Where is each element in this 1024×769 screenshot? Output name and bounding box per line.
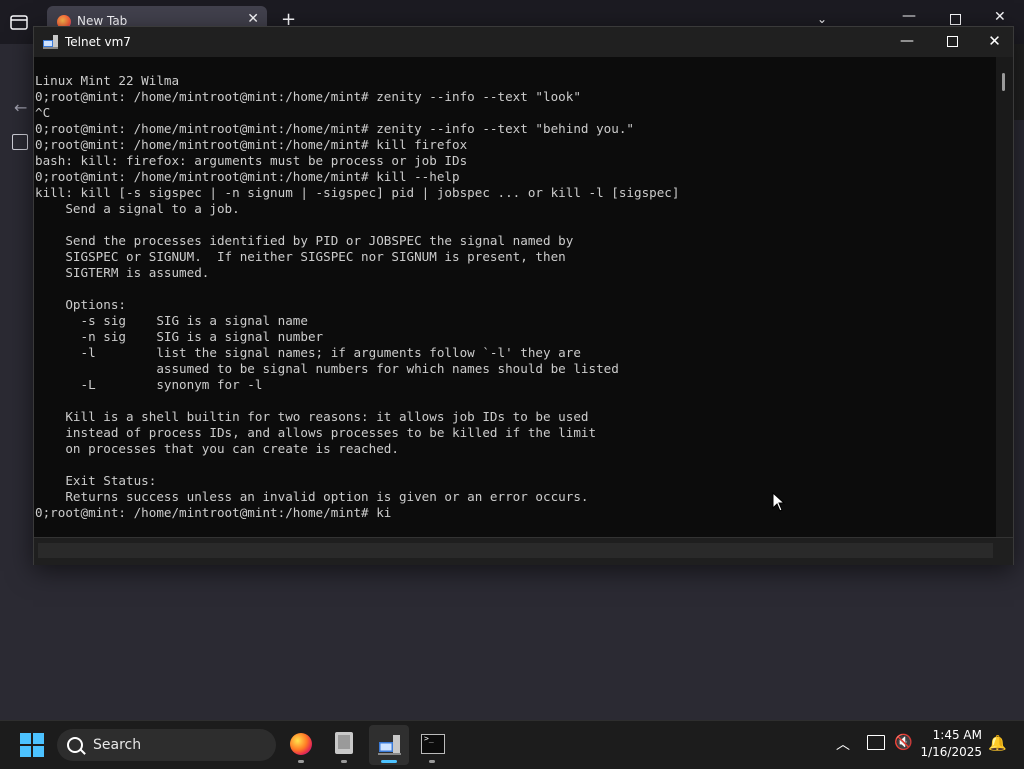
console-line: 0;root@mint: /home/mintroot@mint:/home/m… xyxy=(35,169,460,184)
console-line: Exit Status: xyxy=(35,473,157,488)
network-icon[interactable] xyxy=(867,735,885,750)
taskbar-firefox[interactable] xyxy=(281,725,321,765)
console-line: Send a signal to a job. xyxy=(35,201,240,216)
notification-bell-icon[interactable]: 🔔 xyxy=(988,734,1007,752)
console-line: bash: kill: firefox: arguments must be p… xyxy=(35,153,468,168)
console-line: SIGTERM is assumed. xyxy=(35,265,210,280)
console-line: -L synonym for -l xyxy=(35,377,263,392)
console-line: -l list the signal names; if arguments f… xyxy=(35,345,581,360)
windows-logo-tile xyxy=(33,746,44,757)
telnet-titlebar[interactable]: Telnet vm7 — ✕ xyxy=(34,27,1013,57)
file-manager-icon xyxy=(335,732,353,754)
horizontal-scrollbar[interactable] xyxy=(38,543,993,558)
status-bar xyxy=(34,537,1013,565)
window-title: Telnet vm7 xyxy=(65,35,131,49)
console-line: 0;root@mint: /home/mintroot@mint:/home/m… xyxy=(35,137,468,152)
terminal-icon xyxy=(421,734,445,754)
console-line: Send the processes identified by PID or … xyxy=(35,233,574,248)
browser-close-button[interactable]: ✕ xyxy=(994,9,1006,25)
taskbar-search-box[interactable]: Search xyxy=(57,729,276,761)
browser-minimize-button[interactable]: — xyxy=(902,8,916,24)
mouse-cursor-icon xyxy=(772,492,786,512)
telnet-icon xyxy=(378,735,401,755)
console-line: kill: kill [-s sigspec | -n signum | -si… xyxy=(35,185,680,200)
minimize-button[interactable]: — xyxy=(884,27,930,57)
console-line: Options: xyxy=(35,297,126,312)
scrollbar-thumb[interactable] xyxy=(1002,73,1005,91)
running-indicator xyxy=(298,760,304,763)
volume-muted-icon[interactable]: 🔇 xyxy=(894,733,913,751)
console-area[interactable]: Linux Mint 22 Wilma 0;root@mint: /home/m… xyxy=(34,57,996,537)
console-line: 0;root@mint: /home/mintroot@mint:/home/m… xyxy=(35,89,581,104)
clock-date[interactable]: 1/16/2025 xyxy=(916,745,982,759)
browser-toolbar: ← xyxy=(0,44,34,720)
taskbar-telnet[interactable] xyxy=(369,725,409,765)
console-line: assumed to be signal numbers for which n… xyxy=(35,361,619,376)
telnet-app-icon xyxy=(43,35,58,49)
maximize-button[interactable] xyxy=(930,27,976,57)
taskbar-file-manager[interactable] xyxy=(324,725,364,765)
sidebar-toggle-icon[interactable] xyxy=(8,12,30,32)
clock-time[interactable]: 1:45 AM xyxy=(920,728,982,742)
list-all-tabs-button[interactable]: ⌄ xyxy=(817,12,827,26)
start-button[interactable] xyxy=(20,733,44,757)
taskbar: Search ︿ 🔇 1:45 AM 1/16/2025 🔔 xyxy=(0,720,1024,769)
console-line: on processes that you can create is reac… xyxy=(35,441,399,456)
active-indicator xyxy=(381,760,397,763)
console-line: 0;root@mint: /home/mintroot@mint:/home/m… xyxy=(35,505,392,520)
tab-close-button[interactable]: ✕ xyxy=(247,11,259,27)
maximize-icon xyxy=(947,36,958,47)
running-indicator xyxy=(429,760,435,763)
console-line: Returns success unless an invalid option… xyxy=(35,489,589,504)
windows-logo-tile xyxy=(33,733,44,744)
console-line: Kill is a shell builtin for two reasons:… xyxy=(35,409,589,424)
close-button[interactable]: ✕ xyxy=(976,27,1013,57)
telnet-window: Telnet vm7 — ✕ Linux Mint 22 Wilma 0;roo… xyxy=(33,26,1014,565)
taskbar-terminal[interactable] xyxy=(412,725,452,765)
browser-restore-button[interactable] xyxy=(950,14,961,25)
console-line: instead of process IDs, and allows proce… xyxy=(35,425,597,440)
running-indicator xyxy=(341,760,347,763)
console-line: SIGSPEC or SIGNUM. If neither SIGSPEC no… xyxy=(35,249,566,264)
console-line: 0;root@mint: /home/mintroot@mint:/home/m… xyxy=(35,121,634,136)
back-button[interactable]: ← xyxy=(14,98,27,117)
console-line: -s sig SIG is a signal name xyxy=(35,313,308,328)
firefox-icon xyxy=(290,733,312,755)
console-output: Linux Mint 22 Wilma 0;root@mint: /home/m… xyxy=(35,73,679,521)
windows-logo-tile xyxy=(20,746,31,757)
search-label: Search xyxy=(93,737,142,753)
console-line: -n sig SIG is a signal number xyxy=(35,329,324,344)
windows-logo-icon xyxy=(20,733,31,744)
search-icon xyxy=(67,737,83,753)
console-line: ^C xyxy=(35,105,51,120)
vertical-scrollbar[interactable] xyxy=(996,57,1013,537)
console-line: Linux Mint 22 Wilma xyxy=(35,73,180,88)
sign-in-icon[interactable] xyxy=(12,134,28,150)
show-hidden-icons-button[interactable]: ︿ xyxy=(836,734,850,754)
